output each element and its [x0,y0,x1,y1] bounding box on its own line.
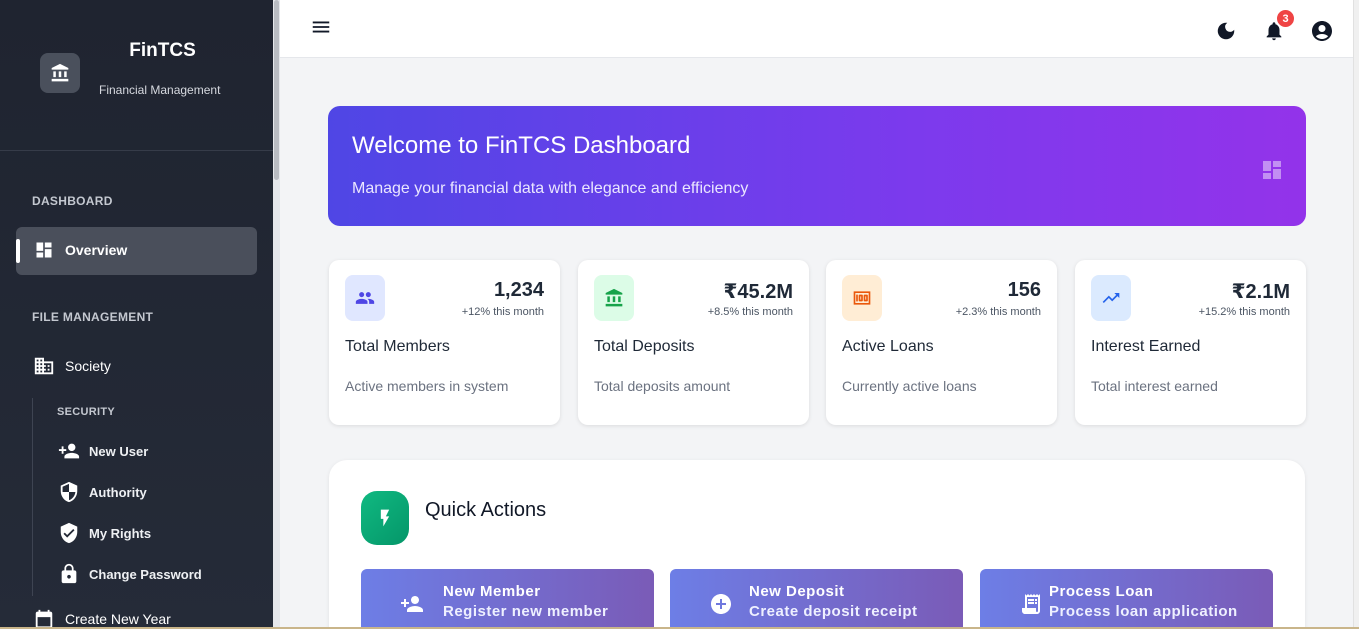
money-icon [842,275,882,321]
bolt-icon [361,491,409,545]
welcome-subtitle: Manage your financial data with elegance… [352,180,749,197]
stat-value: 156 [1007,279,1041,301]
action-title: Process Loan [1049,583,1154,600]
app-subtitle: Financial Management [99,83,221,97]
section-dashboard: DASHBOARD [32,194,113,208]
sidebar-item-create-new-year[interactable]: Create New Year [33,608,171,629]
submenu-divider [32,398,33,596]
person-add-icon [58,440,80,462]
sidebar-item-change-password[interactable]: Change Password [58,563,202,585]
stat-label: Total Members [345,338,450,355]
welcome-banner: Welcome to FinTCS Dashboard Manage your … [328,106,1306,226]
stat-card-deposits: ₹45.2M +8.5% this month Total Deposits T… [578,260,809,425]
dashboard-icon [1260,158,1284,187]
trending-up-icon [1091,275,1131,321]
sidebar-item-label: My Rights [89,525,152,541]
account-icon[interactable] [1310,19,1334,43]
person-add-icon [399,591,425,617]
section-security: SECURITY [57,406,116,418]
process-loan-button[interactable]: Process Loan Process loan application [980,569,1273,629]
sidebar-item-label: Overview [65,242,128,258]
stat-card-interest: ₹2.1M +15.2% this month Interest Earned … [1075,260,1306,425]
stat-description: Total deposits amount [594,378,731,394]
dark-mode-icon[interactable] [1214,19,1238,43]
stat-description: Active members in system [345,378,509,394]
brand-header: FinTCS Financial Management [0,0,273,151]
sidebar-item-label: Create New Year [65,611,171,627]
menu-icon[interactable] [310,16,332,38]
action-title: New Deposit [749,583,845,600]
sidebar-item-label: Authority [89,484,147,500]
welcome-title: Welcome to FinTCS Dashboard [352,132,691,159]
action-subtitle: Register new member [443,603,609,620]
stat-label: Total Deposits [594,338,695,355]
sidebar-item-authority[interactable]: Authority [58,481,147,503]
stat-value: ₹45.2M [723,281,793,303]
receipt-icon [1018,591,1044,617]
action-title: New Member [443,583,541,600]
quick-actions-panel: Quick Actions New Member Register new me… [329,460,1305,629]
bank-icon [594,275,634,321]
stat-label: Interest Earned [1091,338,1201,355]
top-header: 3 [280,0,1359,58]
add-circle-icon [708,591,734,617]
section-file-management: FILE MANAGEMENT [32,310,154,324]
new-member-button[interactable]: New Member Register new member [361,569,654,629]
stat-change: +8.5% this month [707,306,793,318]
calendar-icon [33,608,55,629]
dashboard-icon [33,239,55,261]
stat-description: Total interest earned [1091,378,1218,394]
sidebar-item-my-rights[interactable]: My Rights [58,522,151,544]
stat-label: Active Loans [842,338,934,355]
sidebar: FinTCS Financial Management DASHBOARD Ov… [0,0,273,629]
verified-shield-icon [58,522,80,544]
stat-change: +15.2% this month [1198,306,1290,318]
stat-card-loans: 156 +2.3% this month Active Loans Curren… [826,260,1057,425]
sidebar-item-new-user[interactable]: New User [58,440,148,462]
page-scrollbar[interactable] [1353,0,1359,629]
bank-logo-icon [40,53,80,93]
sidebar-item-overview-content[interactable]: Overview [33,239,127,261]
shield-icon [58,481,80,503]
sidebar-item-label: New User [89,443,149,459]
sidebar-item-label: Society [65,358,111,374]
stat-change: +2.3% this month [955,306,1041,318]
building-icon [33,355,55,377]
stat-description: Currently active loans [842,378,977,394]
action-subtitle: Create deposit receipt [749,603,918,620]
stat-change: +12% this month [461,306,544,318]
notification-badge: 3 [1275,8,1296,29]
stat-value: ₹2.1M [1231,281,1290,303]
action-subtitle: Process loan application [1049,603,1238,620]
sidebar-scrollbar[interactable] [273,0,280,629]
lock-icon [58,563,80,585]
sidebar-item-label: Change Password [89,566,202,582]
quick-actions-title: Quick Actions [425,499,547,521]
app-name: FinTCS [129,40,196,61]
stat-card-members: 1,234 +12% this month Total Members Acti… [329,260,560,425]
new-deposit-button[interactable]: New Deposit Create deposit receipt [670,569,963,629]
sidebar-item-society[interactable]: Society [33,355,111,377]
stat-value: 1,234 [493,279,544,301]
group-icon [345,275,385,321]
